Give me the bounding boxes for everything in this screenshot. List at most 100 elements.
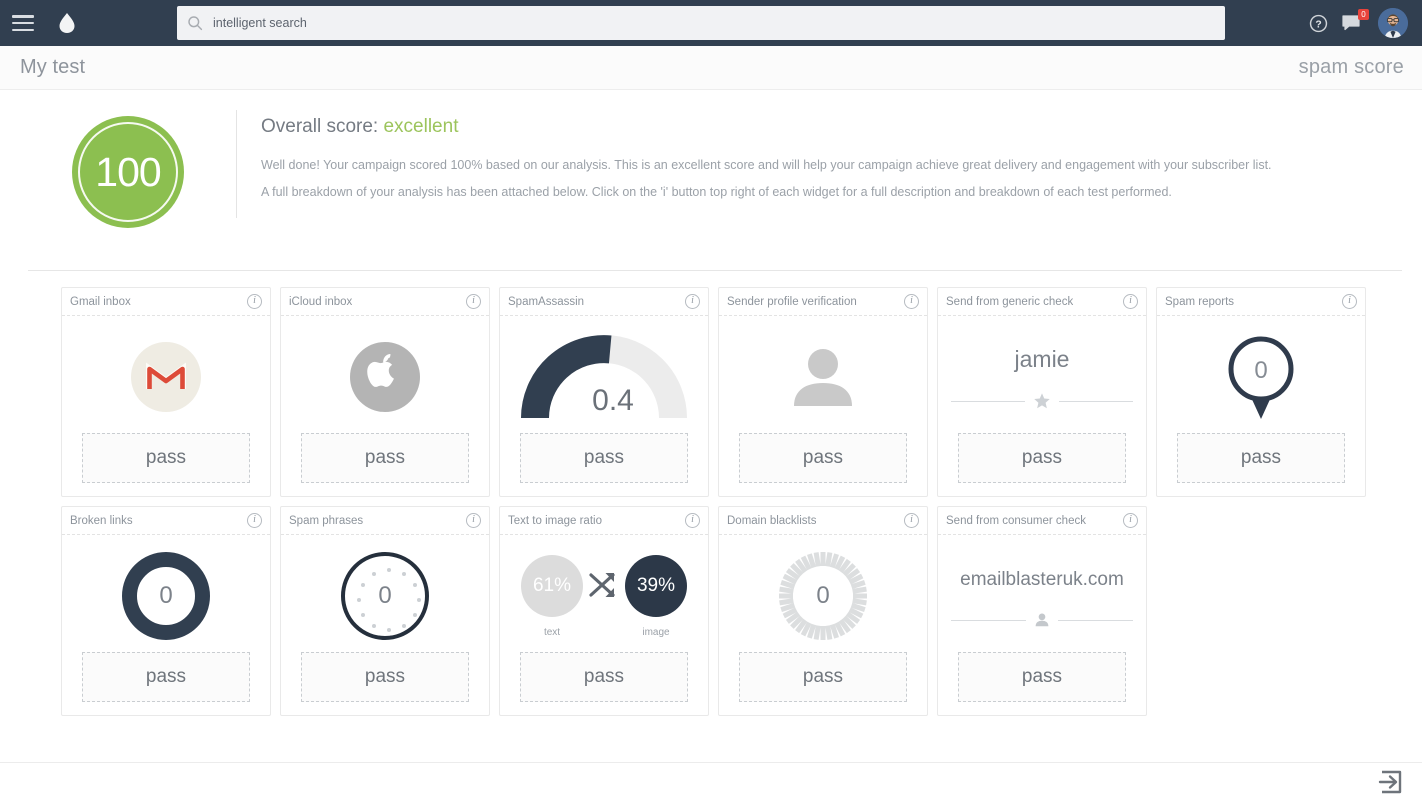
status-badge[interactable]: pass [739, 433, 907, 483]
page-section-label: spam score [1298, 56, 1404, 78]
card-title: Send from consumer check [946, 514, 1086, 527]
info-icon[interactable]: i [247, 513, 262, 528]
card-body: 0 pass [1157, 316, 1365, 496]
gmail-m-glyph [146, 362, 186, 389]
info-icon[interactable]: i [466, 513, 481, 528]
visualization: 0 [1157, 321, 1365, 433]
person-glyph [794, 349, 852, 406]
messages-badge: 0 [1358, 9, 1369, 20]
card-header: SpamAssassin i [500, 288, 708, 316]
info-icon[interactable]: i [904, 513, 919, 528]
consumer-check-value: emailblasteruk.com [960, 569, 1124, 590]
card-title: SpamAssassin [508, 295, 585, 308]
search-icon [188, 16, 203, 31]
status-badge[interactable]: pass [301, 652, 469, 702]
card-body: 61% 39% text image pass [500, 535, 708, 715]
card-title: Text to image ratio [508, 514, 602, 527]
status-badge[interactable]: pass [739, 652, 907, 702]
card-header: Gmail inbox i [62, 288, 270, 316]
clock-tick-dot [412, 583, 417, 587]
card-title: Spam reports [1165, 295, 1235, 308]
overall-score-label: Overall score: [261, 116, 379, 137]
info-icon[interactable]: i [685, 513, 700, 528]
visualization [62, 321, 270, 433]
separator-line-right [1059, 400, 1133, 402]
pin-glyph: 0 [1228, 336, 1294, 419]
card-sender-profile-verification[interactable]: Sender profile verification i pass [718, 287, 928, 497]
generic-check-value: jamie [1014, 346, 1070, 372]
status-badge[interactable]: pass [958, 652, 1126, 702]
card-text-to-image-ratio[interactable]: Text to image ratio i 61% 39% text image… [499, 506, 709, 716]
broken-links-ring: 0 [122, 552, 210, 640]
card-title: Sender profile verification [727, 295, 857, 308]
card-broken-links[interactable]: Broken links i 0 pass [61, 506, 271, 716]
overall-score-value: 100 [95, 148, 161, 195]
messages-icon[interactable]: 0 [1342, 9, 1369, 33]
footer-bar [0, 762, 1422, 800]
card-title: Gmail inbox [70, 295, 131, 308]
card-body: 0 pass [719, 535, 927, 715]
info-icon[interactable]: i [685, 294, 700, 309]
card-body: pass [281, 316, 489, 496]
visualization [719, 321, 927, 433]
status-badge[interactable]: pass [82, 433, 250, 483]
person-small-icon [1034, 613, 1050, 627]
ratio-labels: text image [521, 627, 687, 638]
info-icon[interactable]: i [247, 294, 262, 309]
swap-arrows-icon [589, 572, 615, 597]
clock-tick-dot [361, 583, 366, 587]
card-send-from-generic-check[interactable]: Send from generic check i jamie pass [937, 287, 1147, 497]
info-icon[interactable]: i [904, 294, 919, 309]
top-navigation-bar: ? 0 [0, 0, 1422, 46]
image-label: image [642, 626, 670, 638]
text-ratio-bubble: 61% [521, 554, 583, 617]
card-gmail-inbox[interactable]: Gmail inbox i pass [61, 287, 271, 497]
map-pin-icon: 0 [1225, 331, 1297, 423]
clock-tick-dot [387, 628, 391, 632]
help-icon[interactable]: ? [1309, 14, 1328, 33]
card-header: Domain blacklists i [719, 507, 927, 535]
card-body: 0 pass [62, 535, 270, 715]
card-spamassassin[interactable]: SpamAssassin i 0.4 pass [499, 287, 709, 497]
avatar[interactable] [1378, 8, 1408, 38]
card-spam-reports[interactable]: Spam reports i 0 pass [1156, 287, 1366, 497]
test-widget-grid: Gmail inbox i pass iCloud inbox i pass S… [0, 271, 1422, 716]
cloud-logo-glyph [59, 13, 75, 33]
summary-paragraph-1: Well done! Your campaign scored 100% bas… [261, 158, 1272, 172]
card-domain-blacklists[interactable]: Domain blacklists i 0 pass [718, 506, 928, 716]
card-header: Text to image ratio i [500, 507, 708, 535]
status-badge[interactable]: pass [520, 652, 688, 702]
status-badge[interactable]: pass [1177, 433, 1345, 483]
status-badge[interactable]: pass [82, 652, 250, 702]
card-header: iCloud inbox i [281, 288, 489, 316]
spamassassin-gauge: 0.4 [521, 334, 687, 420]
hamburger-menu-icon[interactable] [12, 15, 34, 31]
info-icon[interactable]: i [466, 294, 481, 309]
info-icon[interactable]: i [1123, 294, 1138, 309]
page-header: My test spam score [0, 46, 1422, 90]
search-input[interactable] [213, 16, 1215, 30]
clock-tick-dot [417, 598, 421, 602]
ring-value: 0 [378, 582, 392, 609]
clock-tick-dot [387, 568, 391, 572]
search-bar[interactable] [177, 6, 1225, 40]
card-header: Send from consumer check i [938, 507, 1146, 535]
cloud-logo-icon[interactable] [50, 8, 84, 38]
visualization: 0.4 [500, 321, 708, 433]
info-icon[interactable]: i [1342, 294, 1357, 309]
card-spam-phrases[interactable]: Spam phrases i 0 pass [280, 506, 490, 716]
clock-tick-dot [357, 598, 361, 602]
logout-icon[interactable] [1378, 769, 1404, 795]
status-badge[interactable]: pass [301, 433, 469, 483]
card-send-from-consumer-check[interactable]: Send from consumer check i emailblasteru… [937, 506, 1147, 716]
status-badge[interactable]: pass [958, 433, 1126, 483]
clock-tick-dot [372, 623, 376, 628]
info-icon[interactable]: i [1123, 513, 1138, 528]
text-label: text [543, 626, 561, 638]
clock-tick-dot [372, 572, 376, 577]
card-icloud-inbox[interactable]: iCloud inbox i pass [280, 287, 490, 497]
status-badge[interactable]: pass [520, 433, 688, 483]
person-small-glyph [1035, 613, 1049, 627]
card-title: iCloud inbox [289, 295, 353, 308]
gmail-logo-icon [131, 342, 201, 412]
